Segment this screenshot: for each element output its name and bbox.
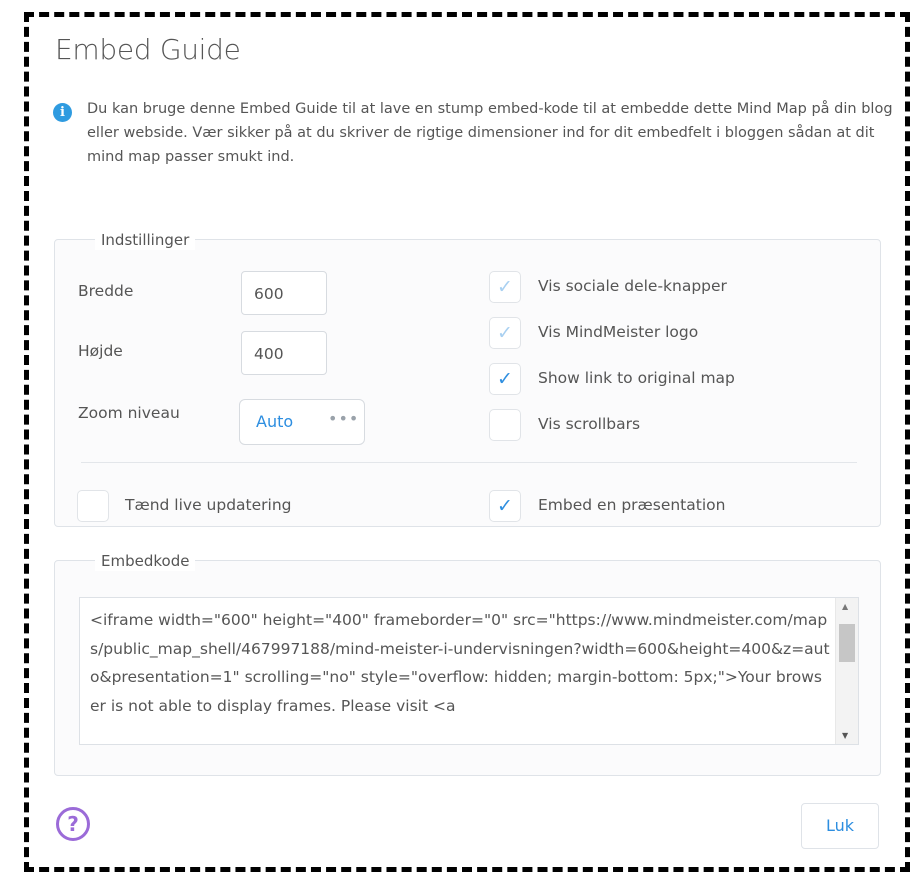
presentation-label: Embed en præsentation bbox=[538, 496, 726, 514]
original-link-checkbox[interactable]: ✓ bbox=[489, 363, 521, 395]
original-link-label: Show link to original map bbox=[538, 369, 735, 387]
embed-code-text: <iframe width="600" height="400" framebo… bbox=[90, 611, 830, 715]
scrollbar[interactable]: ▲ ▼ bbox=[835, 598, 858, 744]
divider bbox=[81, 462, 857, 463]
height-label: Højde bbox=[78, 342, 123, 360]
width-input[interactable]: 600 bbox=[241, 271, 327, 315]
settings-fieldset: Indstillinger Bredde 600 Højde 400 Zoom … bbox=[54, 230, 881, 527]
embed-code-legend: Embedkode bbox=[95, 551, 196, 571]
social-share-checkbox[interactable]: ✓ bbox=[489, 271, 521, 303]
more-options-icon: ••• bbox=[328, 409, 360, 428]
presentation-checkbox[interactable]: ✓ bbox=[489, 490, 521, 522]
scrollbars-label: Vis scrollbars bbox=[538, 415, 641, 433]
embed-guide-dialog: Embed Guide i Du kan bruge denne Embed G… bbox=[29, 17, 905, 867]
live-update-label: Tænd live updatering bbox=[125, 496, 292, 514]
embed-code-fieldset: Embedkode <iframe width="600" height="40… bbox=[54, 551, 881, 776]
embed-code-textarea[interactable]: <iframe width="600" height="400" framebo… bbox=[79, 597, 859, 745]
dialog-title: Embed Guide bbox=[55, 33, 241, 66]
zoom-select[interactable]: Auto ••• bbox=[239, 399, 365, 445]
live-update-checkbox[interactable] bbox=[77, 490, 109, 522]
scrollbars-checkbox[interactable] bbox=[489, 409, 521, 441]
scroll-down-icon[interactable]: ▼ bbox=[842, 731, 848, 740]
zoom-label: Zoom niveau bbox=[78, 404, 180, 422]
help-icon[interactable]: ? bbox=[56, 807, 90, 841]
info-text: Du kan bruge denne Embed Guide til at la… bbox=[87, 101, 893, 165]
logo-checkbox[interactable]: ✓ bbox=[489, 317, 521, 349]
settings-legend: Indstillinger bbox=[95, 230, 196, 250]
width-label: Bredde bbox=[78, 282, 134, 300]
zoom-value: Auto bbox=[256, 412, 294, 431]
scroll-up-icon[interactable]: ▲ bbox=[842, 602, 848, 611]
close-button[interactable]: Luk bbox=[801, 803, 879, 849]
logo-label: Vis MindMeister logo bbox=[538, 323, 699, 341]
height-input[interactable]: 400 bbox=[241, 331, 327, 375]
info-icon: i bbox=[53, 103, 72, 122]
social-share-label: Vis sociale dele-knapper bbox=[538, 277, 727, 295]
scrollbar-thumb[interactable] bbox=[839, 624, 855, 662]
